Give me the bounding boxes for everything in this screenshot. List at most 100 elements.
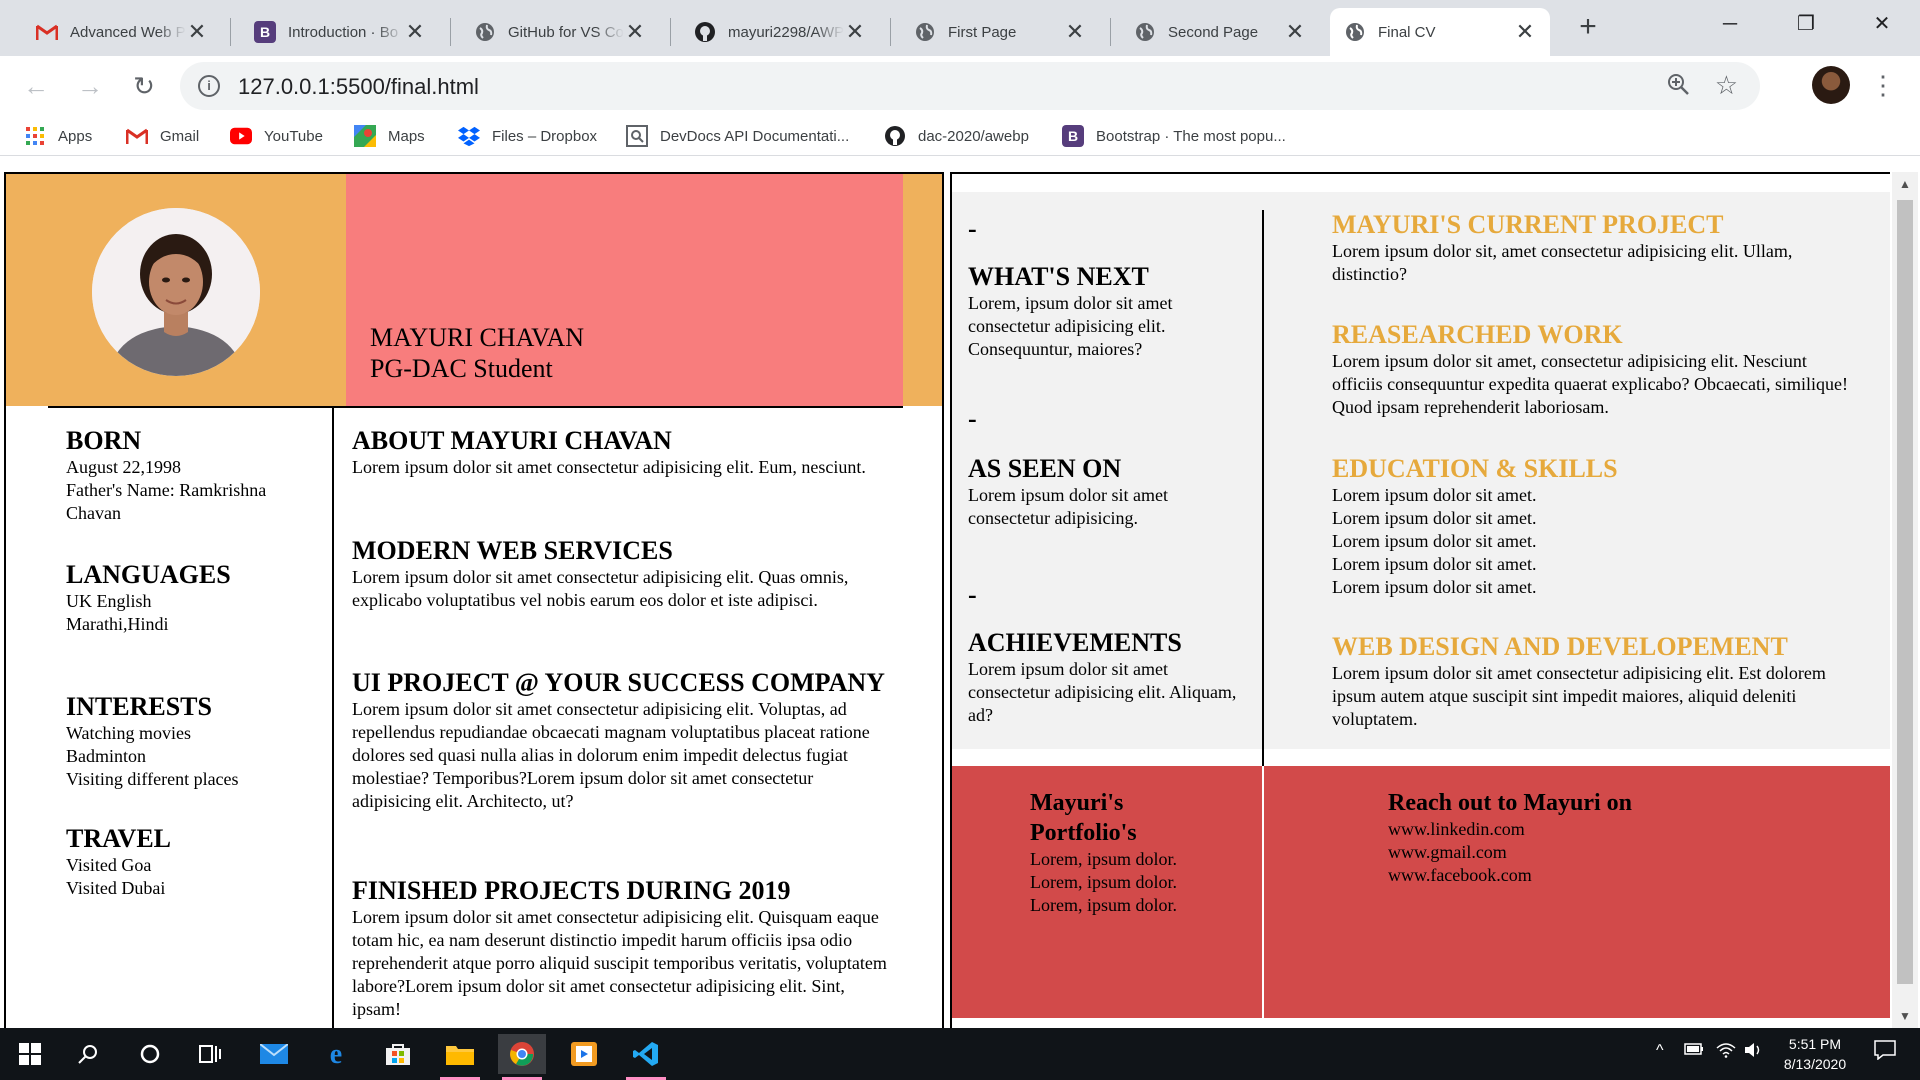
tab-github-vscode[interactable]: GitHub for VS Co ✕ — [460, 8, 660, 56]
section-heading: LANGUAGES — [66, 560, 231, 589]
bookmark-apps[interactable]: Apps — [24, 124, 92, 148]
cortana-icon[interactable] — [126, 1034, 174, 1074]
bookmark-dac-2020[interactable]: dac-2020/awebp — [884, 124, 1029, 148]
maps-icon — [354, 125, 376, 147]
new-tab-button[interactable]: + — [1570, 10, 1606, 46]
bookmark-label: Maps — [388, 127, 425, 145]
system-clock[interactable]: 5:51 PM 8/13/2020 — [1760, 1034, 1870, 1074]
cv-right-panel: - WHAT'S NEXT Lorem, ipsum dolor sit ame… — [950, 172, 1890, 1028]
chrome-icon[interactable] — [498, 1034, 546, 1080]
travel-section: TRAVEL Visited Goa Visited Dubai — [66, 824, 316, 900]
profile-avatar[interactable] — [1812, 66, 1850, 104]
tab-advanced-web[interactable]: Advanced Web P ✕ — [22, 8, 222, 56]
vscode-icon[interactable] — [622, 1034, 670, 1080]
languages-section: LANGUAGES UK English Marathi,Hindi — [66, 560, 316, 636]
tray-chevron-icon[interactable]: ^ — [1656, 1042, 1664, 1060]
section-heading: BORN — [66, 426, 142, 455]
close-tab-icon[interactable]: ✕ — [624, 19, 646, 45]
section-heading: WHAT'S NEXT — [968, 262, 1149, 291]
mail-icon[interactable] — [250, 1034, 298, 1074]
tab-github-repo[interactable]: mayuri2298/AWP ✕ — [680, 8, 880, 56]
restore-button[interactable]: ❐ — [1776, 4, 1836, 44]
bookmark-maps[interactable]: Maps — [354, 124, 425, 148]
site-info-icon[interactable]: i — [198, 75, 220, 97]
skill-item: Lorem ipsum dolor sit amet. — [1332, 577, 1537, 597]
gray-content-panel: - WHAT'S NEXT Lorem, ipsum dolor sit ame… — [952, 192, 1890, 767]
bookmark-bootstrap[interactable]: B Bootstrap · The most popu... — [1062, 124, 1286, 148]
section-text: Lorem ipsum dolor sit, amet consectetur … — [1332, 241, 1793, 284]
close-tab-icon[interactable]: ✕ — [1284, 19, 1306, 45]
tab-final-cv[interactable]: Final CV ✕ — [1330, 8, 1550, 56]
globe-icon — [474, 21, 496, 43]
tab-title: Introduction · Bo — [288, 23, 399, 41]
bookmarks-bar: Apps Gmail YouTube Maps Files – Dropbox … — [0, 116, 1920, 156]
bookmark-label: dac-2020/awebp — [918, 127, 1029, 145]
footer-divider — [1262, 766, 1264, 1018]
bookmark-gmail[interactable]: Gmail — [126, 124, 199, 148]
born-date: August 22,1998 — [66, 457, 182, 477]
tab-separator — [890, 18, 891, 46]
contact-link[interactable]: www.facebook.com — [1388, 864, 1788, 887]
back-button[interactable]: ← — [18, 68, 54, 104]
bookmark-devdocs[interactable]: DevDocs API Documentati... — [626, 124, 849, 148]
bookmark-star-icon[interactable]: ☆ — [1715, 70, 1738, 101]
reload-button[interactable]: ↻ — [126, 68, 162, 104]
close-window-button[interactable]: ✕ — [1852, 4, 1912, 44]
scroll-down-arrow-icon[interactable]: ▼ — [1892, 1006, 1918, 1026]
address-bar[interactable]: i 127.0.0.1:5500/final.html ☆ — [180, 62, 1760, 110]
github-icon — [694, 21, 716, 43]
media-player-icon[interactable] — [560, 1034, 608, 1074]
section-heading: MODERN WEB SERVICES — [352, 536, 673, 565]
globe-icon — [1344, 21, 1366, 43]
section-text: Lorem ipsum dolor sit amet consectetur a… — [352, 567, 849, 610]
header-underline — [48, 406, 903, 408]
youtube-icon — [230, 125, 252, 147]
close-tab-icon[interactable]: ✕ — [1514, 19, 1536, 45]
task-view-icon[interactable] — [186, 1034, 234, 1074]
store-icon[interactable] — [374, 1034, 422, 1074]
skill-item: Lorem ipsum dolor sit amet. — [1332, 485, 1537, 505]
page-scrollbar[interactable]: ▲ ▼ — [1892, 172, 1918, 1028]
tab-introduction[interactable]: B Introduction · Bo ✕ — [240, 8, 440, 56]
interest-item: Badminton — [66, 746, 146, 766]
portfolio-item: Lorem, ipsum dolor. — [1030, 895, 1177, 915]
clock-time: 5:51 PM — [1788, 1036, 1842, 1052]
interest-item: Visiting different places — [66, 769, 239, 789]
section-heading: MAYURI'S CURRENT PROJECT — [1332, 210, 1724, 239]
close-tab-icon[interactable]: ✕ — [844, 19, 866, 45]
bookmark-youtube[interactable]: YouTube — [230, 124, 323, 148]
forward-button[interactable]: → — [72, 68, 108, 104]
svg-text:B: B — [1068, 128, 1078, 144]
start-windows-icon[interactable] — [6, 1034, 54, 1074]
close-tab-icon[interactable]: ✕ — [1064, 19, 1086, 45]
skill-item: Lorem ipsum dolor sit amet. — [1332, 508, 1537, 528]
tab-second-page[interactable]: Second Page ✕ — [1120, 8, 1320, 56]
contact-link[interactable]: www.linkedin.com — [1388, 818, 1788, 841]
section-text: Lorem ipsum dolor sit amet consectetur a… — [1332, 663, 1826, 729]
scroll-up-arrow-icon[interactable]: ▲ — [1892, 174, 1918, 194]
close-tab-icon[interactable]: ✕ — [186, 19, 208, 45]
section-heading: ABOUT MAYURI CHAVAN — [352, 426, 672, 455]
section-heading: INTERESTS — [66, 692, 212, 721]
menu-icon[interactable]: ⋮ — [1870, 66, 1896, 104]
portfolio-item: Lorem, ipsum dolor. — [1030, 849, 1177, 869]
contact-link[interactable]: www.gmail.com — [1388, 841, 1788, 864]
notifications-icon[interactable] — [1874, 1040, 1896, 1065]
battery-icon[interactable] — [1684, 1042, 1704, 1061]
bookmark-dropbox[interactable]: Files – Dropbox — [458, 124, 597, 148]
edge-icon[interactable]: e — [312, 1034, 360, 1074]
minimize-button[interactable]: ─ — [1700, 4, 1760, 44]
bookmark-label: Apps — [58, 127, 93, 145]
wifi-icon[interactable] — [1716, 1042, 1736, 1063]
close-tab-icon[interactable]: ✕ — [404, 19, 426, 45]
skill-item: Lorem ipsum dolor sit amet. — [1332, 531, 1537, 551]
file-explorer-icon[interactable] — [436, 1034, 484, 1080]
ui-project-section: UI PROJECT @ YOUR SUCCESS COMPANY Lorem … — [352, 668, 892, 813]
scroll-thumb[interactable] — [1897, 200, 1913, 984]
search-icon[interactable] — [64, 1034, 112, 1074]
url-text[interactable]: 127.0.0.1:5500/final.html — [238, 74, 479, 100]
tab-separator — [670, 18, 671, 46]
zoom-icon[interactable] — [1666, 72, 1690, 102]
bookmark-label: Files – Dropbox — [492, 127, 598, 145]
tab-first-page[interactable]: First Page ✕ — [900, 8, 1100, 56]
